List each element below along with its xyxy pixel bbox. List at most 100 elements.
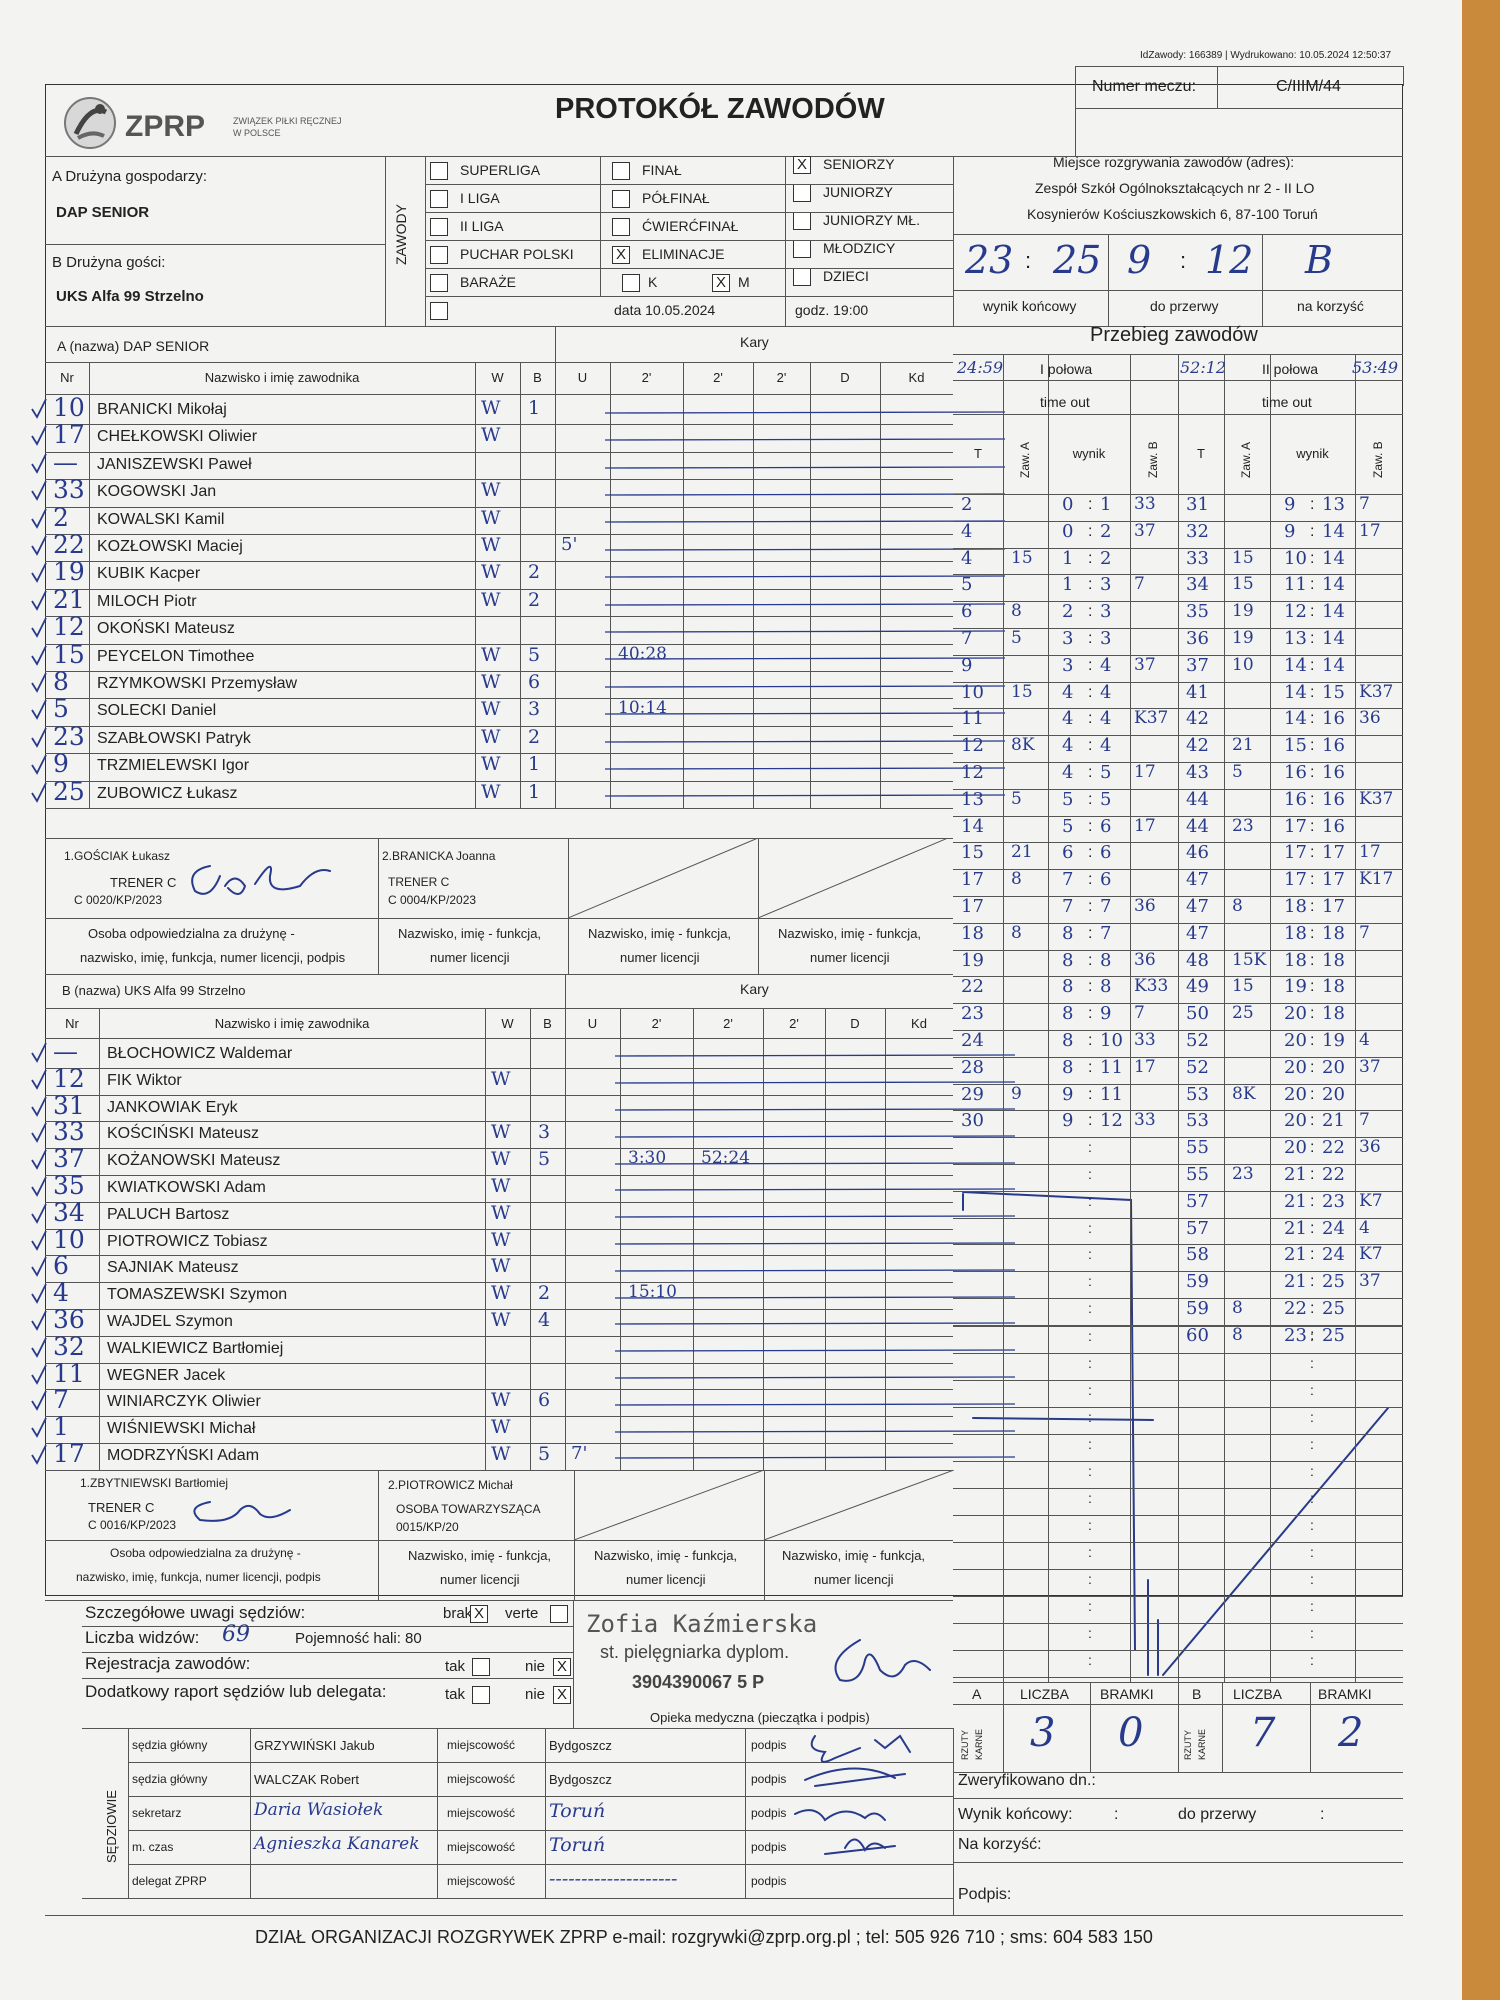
h2-row-colon: :	[1310, 630, 1315, 647]
registration-nie-checkbox[interactable]: X	[553, 1658, 571, 1676]
comp3-label: DZIECI	[823, 268, 869, 284]
h2-row-colon: :	[1310, 790, 1315, 808]
home-player-warning: 5'	[561, 534, 578, 555]
h1-row-score-b: 6	[1100, 869, 1112, 891]
away-official-signature	[193, 1501, 291, 1522]
h1-row-colon: :	[1088, 576, 1093, 594]
report-tak-checkbox[interactable]	[472, 1686, 490, 1704]
h2-row-score-b: 14	[1322, 601, 1345, 623]
h2-row-time: 44	[1186, 788, 1209, 810]
comp-checkbox-2[interactable]	[430, 218, 448, 236]
h1-col-header: T	[974, 446, 982, 461]
gender-m-checkbox[interactable]: X	[712, 274, 730, 292]
home-player-number: 17	[53, 420, 85, 450]
h1-row-colon: :	[1088, 710, 1093, 728]
medical-label: Opieka medyczna (pieczątka i podpis)	[650, 1710, 870, 1725]
h2-row-score-b: 19	[1322, 1030, 1345, 1051]
home-player-w: W	[481, 643, 501, 666]
away-player-w: W	[491, 1121, 511, 1144]
comp2-checkbox-2[interactable]	[612, 218, 630, 236]
h2-row-scorer-b: 36	[1359, 1137, 1381, 1158]
registration-tak-checkbox[interactable]	[472, 1658, 490, 1676]
comp-checkbox-0[interactable]	[430, 162, 448, 180]
h2-row-score-a: 10	[1284, 547, 1307, 569]
home-player-goals: 2	[528, 588, 541, 611]
h1-row-score-b: 8	[1100, 976, 1112, 998]
referee-name: GRZYWIŃSKI Jakub	[254, 1738, 375, 1753]
home-player-number: 10	[53, 393, 85, 422]
comp3-checkbox-2[interactable]	[793, 212, 811, 230]
h1-row-score-b: 3	[1100, 628, 1112, 649]
match-number-label: Numer meczu:	[1092, 78, 1197, 95]
h2-row-time: 57	[1186, 1217, 1209, 1239]
h2-row-score-b: 16	[1322, 788, 1345, 810]
h2-row-score-b: 18	[1322, 1003, 1345, 1025]
home-nif-3-line-1: Nazwisko, imię - funkcja,	[778, 926, 922, 941]
h1-row-scorer-a: 21	[1011, 842, 1033, 863]
h2-row-score-b: 14	[1322, 628, 1345, 649]
home-check-icon	[31, 672, 47, 693]
comp-checkbox-4[interactable]	[430, 274, 448, 292]
h2-row-score-a: 21	[1284, 1164, 1307, 1185]
comp2-checkbox-1[interactable]	[612, 190, 630, 208]
home-penalty-strike	[605, 712, 1005, 715]
home-check-icon	[31, 453, 47, 474]
h1-row-score-a: 8	[1062, 1030, 1074, 1051]
referee-role: m. czas	[132, 1840, 174, 1854]
home-player-w: W	[481, 534, 501, 556]
home-player-name: SZABŁOWSKI Patryk	[97, 729, 251, 747]
home-player-w: W	[481, 671, 501, 693]
h1-row-score-a: 6	[1062, 842, 1074, 864]
h2-col-header: Zaw. A	[1239, 441, 1253, 478]
comp-checkbox-extra[interactable]	[430, 302, 448, 320]
h1-row-score-b: 6	[1100, 815, 1112, 837]
h2-row-scorer-b: 17	[1359, 520, 1381, 541]
page-title: PROTOKÓŁ ZAWODÓW	[555, 93, 885, 125]
away-header: Kd	[911, 1016, 927, 1031]
h1-row-score-b: 2	[1100, 520, 1112, 542]
comp2-checkbox-3[interactable]: X	[612, 246, 630, 264]
away-player-number: —	[53, 1037, 78, 1066]
brak-checkbox[interactable]: X	[470, 1605, 488, 1623]
h1-row-score-a: 4	[1062, 708, 1074, 730]
away-player-number: 36	[53, 1305, 85, 1334]
h2-row-score-b: 24	[1322, 1244, 1345, 1266]
h2-row-time: 35	[1186, 601, 1209, 623]
h2-row-score-b: 25	[1322, 1324, 1345, 1346]
comp2-checkbox-0[interactable]	[612, 162, 630, 180]
comp3-checkbox-4[interactable]	[793, 268, 811, 286]
verified-final-colon: :	[1114, 1806, 1119, 1823]
gender-k-checkbox[interactable]	[622, 274, 640, 292]
comp-checkbox-3[interactable]	[430, 246, 448, 264]
h2-row-time: 47	[1186, 922, 1209, 944]
pen-summary-b: B	[1192, 1686, 1202, 1702]
h1-row-scorer-b: 17	[1134, 762, 1156, 782]
h1-row-score-b: 12	[1100, 1110, 1123, 1132]
away-header: U	[587, 1016, 598, 1031]
verte-checkbox[interactable]	[550, 1605, 568, 1623]
h2-row-colon: :	[1310, 656, 1315, 674]
home-check-icon	[31, 590, 47, 611]
comp3-checkbox-0[interactable]: X	[793, 156, 811, 174]
away-player-w: W	[491, 1175, 511, 1197]
comp-checkbox-1[interactable]	[430, 190, 448, 208]
comp2-label: FINAŁ	[642, 162, 682, 178]
h1-row-colon: :	[1088, 496, 1093, 513]
home-player-number: 22	[53, 530, 85, 559]
pen-a-goals: 0	[1118, 1710, 1144, 1756]
h1-row-time: 12	[961, 735, 984, 757]
away-check-icon	[31, 1203, 47, 1224]
away-nif-1-line-1: Nazwisko, imię - funkcja,	[408, 1548, 552, 1563]
h1-row-score-a: 9	[1062, 1110, 1074, 1132]
h2-row-score-b: 17	[1322, 896, 1345, 917]
report-nie-checkbox[interactable]: X	[553, 1686, 571, 1704]
away-player-number: 17	[53, 1439, 85, 1468]
comp3-checkbox-3[interactable]	[793, 240, 811, 258]
comp3-checkbox-1[interactable]	[793, 184, 811, 202]
home-player-name: PEYCELON Timothee	[97, 647, 255, 665]
h1-row-scorer-b: 37	[1134, 654, 1156, 675]
h1-row-colon: :	[1088, 898, 1093, 915]
h2-row-score-a: 9	[1284, 520, 1296, 542]
away-player-name: FIK Wiktor	[107, 1071, 182, 1089]
h2-row-score-b: 22	[1322, 1137, 1345, 1159]
